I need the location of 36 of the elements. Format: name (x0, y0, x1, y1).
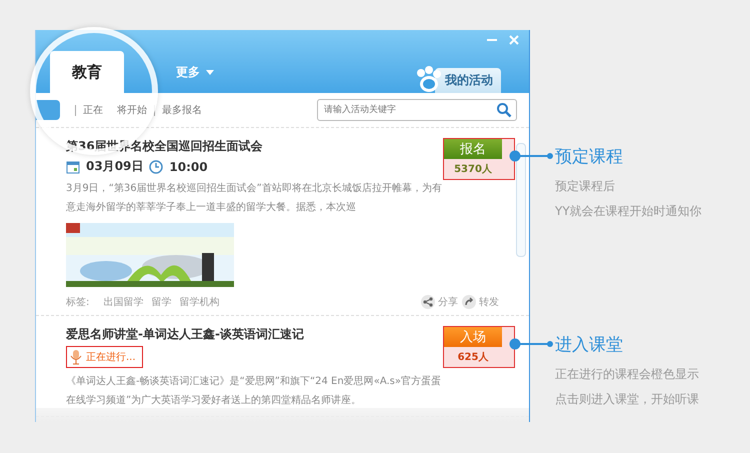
callout-text: 点击则进入课堂，开始听课 (555, 391, 699, 408)
scrollbar[interactable] (516, 143, 526, 257)
share-button[interactable]: 分享 (421, 295, 458, 309)
search-field[interactable]: 请输入活动关键字 (317, 99, 517, 121)
tag-link[interactable]: 出国留学 (103, 295, 144, 309)
enter-button[interactable]: 入场 (444, 327, 502, 347)
filter-link[interactable]: 将开始 (117, 103, 147, 117)
microphone-icon (69, 349, 83, 365)
event-description: 《单词达人王鑫-畅谈英语词汇速记》是“爱思网”和旗下“24 En爱思网«A.s»官方蛋蛋在线学习频道”为广大英语学习爱好者送上的第四堂精品名师讲座。 (66, 374, 442, 408)
clock-icon (149, 160, 164, 174)
live-status-badge: 正在进行... (66, 346, 143, 368)
event-date: 03月09日 (86, 158, 144, 175)
tag-link[interactable]: 留学机构 (179, 295, 220, 309)
tab[interactable]: 更多 (154, 51, 236, 93)
event-description: 3月9日，“第36届世界名校巡回招生面试会”首站即将在北京长城饭店拉开帷幕，为有意走海外留学的莘莘学子奉上一道丰盛的留学大餐。据悉，本次巡 (66, 182, 443, 215)
calendar-icon (66, 160, 80, 174)
event-time: 10:00 (169, 160, 208, 174)
caret-icon (206, 70, 214, 74)
callout-text: YY就会在课程开始时通知你 (555, 203, 702, 220)
callout-text: 正在进行的课程会橙色显示 (555, 366, 699, 383)
my-activity-tab[interactable]: 我的活动 (435, 68, 501, 93)
tag-link[interactable]: 留学 (151, 295, 172, 309)
tags-label: 标签: (66, 296, 90, 309)
participant-count: 5370人 (453, 162, 493, 177)
callout-text: 预定课程后 (555, 178, 616, 195)
participant-count: 625人 (456, 350, 490, 365)
event-title[interactable]: 爱思名师讲堂-单词达人王鑫-谈英语词汇速记 (66, 326, 439, 343)
forward-button[interactable]: 转发 (462, 295, 499, 309)
filter-link[interactable]: 最多报名 (162, 103, 202, 117)
callout-title: 预定课程 (555, 146, 624, 168)
signup-button[interactable]: 报名 (444, 139, 502, 159)
callout-title: 进入课堂 (555, 334, 624, 356)
filter-link[interactable]: 正在 (83, 103, 103, 117)
tab[interactable]: 教育 (50, 51, 124, 93)
search-icon (496, 102, 512, 118)
event-title[interactable]: 第36届世界名校全国巡回招生面试会 (66, 138, 439, 155)
